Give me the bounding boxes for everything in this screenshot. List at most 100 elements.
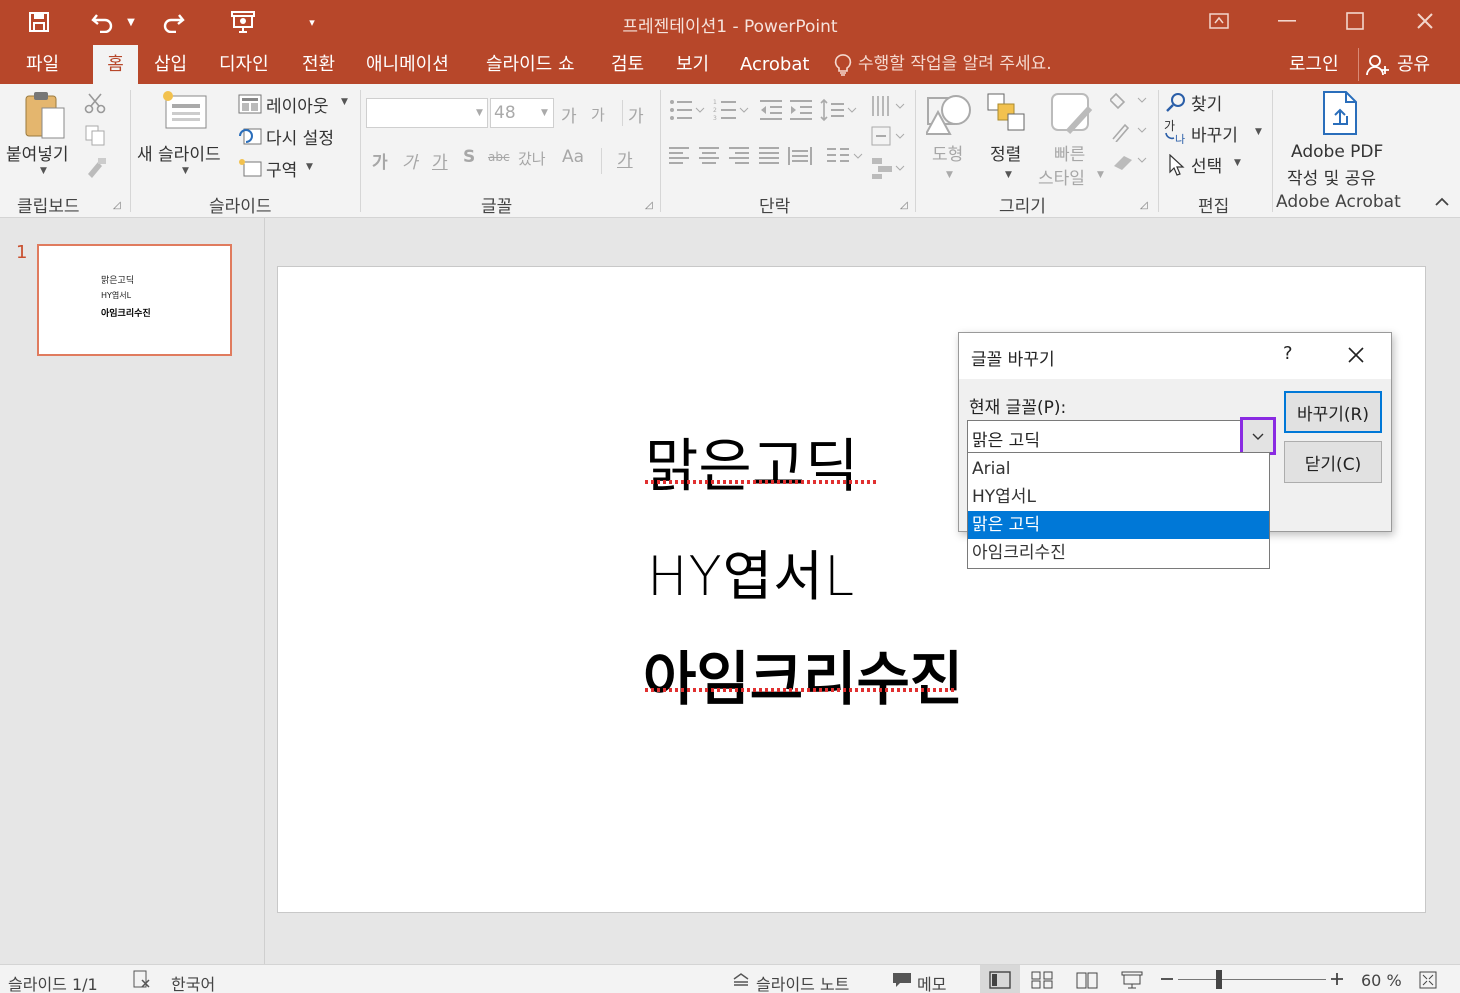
layout-button[interactable]: 레이아웃 (266, 92, 329, 117)
close-window-icon[interactable] (1402, 6, 1448, 36)
tab-view[interactable]: 보기 (676, 45, 709, 84)
font-option-malgun-selected[interactable]: 맑은 고딕 (968, 511, 1269, 539)
increase-indent-icon[interactable] (788, 98, 814, 122)
tab-home[interactable]: 홈 (93, 45, 138, 84)
section-dropdown-icon[interactable]: ▼ (306, 162, 313, 172)
font-option-arial[interactable]: Arial (968, 455, 1269, 483)
shape-fill-icon[interactable] (1110, 90, 1150, 112)
quick-styles-line1[interactable]: 빠른 (1054, 140, 1085, 165)
select-cursor-icon[interactable] (1168, 154, 1186, 176)
quick-styles-icon[interactable] (1050, 92, 1096, 136)
fit-to-window-icon[interactable] (1419, 971, 1437, 989)
italic-button[interactable]: 가 (402, 148, 418, 173)
clear-formatting-icon[interactable]: 가 (628, 102, 644, 127)
quick-styles-line2[interactable]: 스타일 (1038, 164, 1085, 189)
minimize-icon[interactable] (1264, 6, 1310, 36)
share-button[interactable]: 공유 (1397, 45, 1430, 84)
reading-view-icon[interactable] (1076, 971, 1098, 989)
align-right-icon[interactable] (728, 146, 750, 166)
slide-thumbnail[interactable]: 맑은고딕 HY엽서L 아임크리수진 (37, 244, 232, 356)
replace-button[interactable]: 바꾸기(R) (1284, 391, 1382, 433)
select-dropdown-icon[interactable]: ▼ (1234, 158, 1241, 168)
font-option-aimkreesujin[interactable]: 아임크리수진 (968, 539, 1269, 567)
tab-review[interactable]: 검토 (611, 45, 644, 84)
find-icon[interactable] (1166, 92, 1186, 112)
tab-file[interactable]: 파일 (26, 45, 59, 84)
current-font-combobox[interactable]: 맑은 고딕 (967, 420, 1274, 454)
align-center-icon[interactable] (698, 146, 720, 166)
shrink-font-button[interactable]: 가 (591, 104, 605, 125)
dialog-help-button[interactable]: ? (1283, 343, 1293, 364)
share-user-icon[interactable] (1366, 54, 1390, 76)
shape-effects-icon[interactable] (1110, 150, 1150, 172)
zoom-level[interactable]: 60 % (1361, 971, 1402, 990)
drawing-launcher-icon[interactable]: ◿ (1140, 200, 1148, 211)
bullets-icon[interactable] (668, 98, 718, 122)
ribbon-display-options-icon[interactable] (1196, 6, 1242, 36)
slide-text-aimkreesujin[interactable]: 아임크리수진 (643, 632, 963, 716)
tab-design[interactable]: 디자인 (219, 45, 269, 84)
tab-acrobat[interactable]: Acrobat (740, 45, 809, 84)
cut-icon[interactable] (84, 92, 106, 114)
shapes-icon[interactable] (926, 90, 974, 136)
close-button[interactable]: 닫기(C) (1284, 441, 1382, 483)
lightbulb-icon[interactable] (834, 54, 852, 76)
sign-in-link[interactable]: 로그인 (1289, 45, 1339, 84)
new-slide-dropdown-icon[interactable]: ▼ (182, 166, 189, 176)
grow-font-button[interactable]: 가 (561, 102, 577, 127)
copy-icon[interactable] (84, 124, 106, 146)
align-text-icon[interactable] (870, 124, 908, 148)
distributed-icon[interactable] (788, 146, 812, 166)
create-pdf-line1[interactable]: Adobe PDF (1291, 142, 1383, 162)
tab-transitions[interactable]: 전환 (302, 45, 335, 84)
tab-animations[interactable]: 애니메이션 (366, 45, 449, 84)
strikethrough-button[interactable]: abc (488, 150, 510, 164)
arrange-icon[interactable] (986, 92, 1028, 134)
new-slide-button[interactable]: 새 슬라이드 (137, 140, 221, 165)
zoom-in-icon[interactable] (1330, 972, 1344, 986)
collapse-ribbon-icon[interactable] (1434, 196, 1450, 208)
underline-button[interactable]: 가 (432, 148, 448, 173)
zoom-out-icon[interactable] (1160, 972, 1174, 986)
bold-button[interactable]: 가 (372, 148, 388, 173)
find-button[interactable]: 찾기 (1191, 90, 1222, 115)
arrange-dropdown-icon[interactable]: ▼ (1005, 170, 1012, 180)
paragraph-launcher-icon[interactable]: ◿ (900, 200, 908, 211)
dialog-close-icon[interactable] (1347, 346, 1365, 364)
paste-button[interactable]: 붙여넣기 (6, 140, 69, 165)
section-icon[interactable] (238, 158, 262, 178)
normal-view-button[interactable] (980, 965, 1020, 993)
paste-icon[interactable] (22, 90, 68, 142)
layout-icon[interactable] (238, 94, 262, 114)
slide-text-malgun[interactable]: 맑은고딕 (645, 419, 858, 503)
clipboard-launcher-icon[interactable]: ◿ (113, 200, 121, 211)
replace-icon[interactable]: 가나 (1164, 118, 1188, 144)
tab-insert[interactable]: 삽입 (154, 45, 187, 84)
shape-outline-icon[interactable] (1110, 120, 1150, 142)
paste-dropdown-icon[interactable]: ▼ (40, 166, 47, 176)
font-size-dropdown-icon[interactable]: ▼ (541, 98, 553, 128)
create-pdf-icon[interactable] (1320, 90, 1360, 136)
layout-dropdown-icon[interactable]: ▼ (341, 97, 348, 107)
zoom-slider-thumb[interactable] (1216, 970, 1222, 989)
replace-button[interactable]: 바꾸기 (1191, 121, 1238, 146)
reset-icon[interactable] (238, 126, 262, 146)
shapes-button[interactable]: 도형 (932, 140, 963, 165)
comments-icon[interactable] (892, 972, 912, 988)
language-indicator[interactable]: 한국어 (171, 971, 215, 993)
justify-icon[interactable] (758, 146, 780, 166)
maximize-icon[interactable] (1332, 6, 1378, 36)
shapes-dropdown-icon[interactable]: ▼ (946, 170, 953, 180)
align-left-icon[interactable] (668, 146, 690, 166)
line-spacing-icon[interactable] (820, 98, 860, 122)
change-case-button[interactable]: Aa (562, 147, 584, 167)
slideshow-view-icon[interactable] (1121, 971, 1143, 989)
font-launcher-icon[interactable]: ◿ (645, 200, 653, 211)
zoom-slider-track[interactable] (1178, 979, 1326, 980)
create-pdf-line2[interactable]: 작성 및 공유 (1287, 164, 1376, 189)
quick-styles-dropdown-icon[interactable]: ▼ (1097, 170, 1104, 180)
slide-text-hyyeopseo[interactable]: HY엽서L (647, 532, 855, 611)
replace-dropdown-icon[interactable]: ▼ (1255, 127, 1262, 137)
shadow-button[interactable]: S (463, 147, 475, 167)
spellcheck-icon[interactable] (132, 970, 152, 988)
